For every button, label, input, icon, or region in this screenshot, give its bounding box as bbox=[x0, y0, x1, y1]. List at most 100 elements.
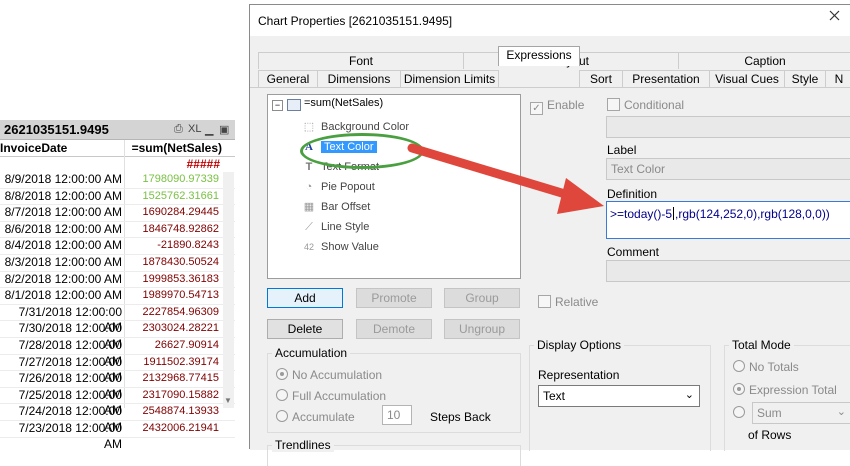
table-row[interactable]: 7/23/2018 12:00:00 AM 2432006.21941 bbox=[0, 421, 235, 451]
tab-font[interactable]: Font bbox=[258, 52, 464, 69]
minimize-icon[interactable]: ▁ bbox=[205, 123, 213, 136]
trendlines-title: Trendlines bbox=[272, 438, 334, 452]
conditional-field[interactable] bbox=[606, 116, 850, 138]
collapse-icon[interactable]: − bbox=[272, 100, 283, 111]
radio-icon bbox=[276, 389, 288, 401]
no-accumulation-radio[interactable]: No Accumulation bbox=[276, 368, 382, 382]
label-field[interactable]: Text Color bbox=[606, 158, 850, 180]
table-row[interactable]: 7/25/2018 12:00:00 AM 2317090.15882 bbox=[0, 388, 235, 417]
definition-part-a: >=today()-5 bbox=[610, 207, 673, 221]
xl-icon[interactable]: XL bbox=[188, 123, 201, 135]
tab-n[interactable]: N bbox=[825, 70, 850, 87]
table-body: 8/9/2018 12:00:00 AM 1798090.97339 8/8/201… bbox=[0, 172, 235, 451]
tree-item-label: Bar Offset bbox=[321, 201, 371, 213]
invoice-date-cell: 8/6/2018 12:00:00 AM bbox=[4, 221, 122, 236]
table-row[interactable]: 8/4/2018 12:00:00 AM -21890.8243 bbox=[0, 238, 235, 255]
full-accumulation-radio[interactable]: Full Accumulation bbox=[276, 389, 386, 403]
representation-select[interactable]: Text ⌄ bbox=[538, 385, 700, 407]
table-row[interactable]: 7/28/2018 12:00:00 AM 26627.90914 bbox=[0, 338, 235, 368]
table-row[interactable]: 8/3/2018 12:00:00 AM 1878430.50524 bbox=[0, 255, 235, 272]
radio-icon bbox=[276, 410, 288, 422]
relative-checkbox[interactable]: Relative bbox=[538, 295, 598, 309]
tab-general[interactable]: General bbox=[258, 70, 318, 87]
sum-radio[interactable] bbox=[733, 406, 749, 420]
dialog-titlebar: Chart Properties [2621035151.9495] bbox=[250, 5, 850, 36]
radio-label: No Totals bbox=[749, 360, 799, 374]
sum-select[interactable]: Sum ⌄ bbox=[752, 402, 850, 424]
column-header-netsales[interactable]: =sum(NetSales) bbox=[127, 141, 222, 155]
table-row[interactable]: 8/9/2018 12:00:00 AM 1798090.97339 bbox=[0, 172, 235, 189]
table-row[interactable]: 8/6/2018 12:00:00 AM 1846748.92862 bbox=[0, 222, 235, 239]
promote-button[interactable]: Promote bbox=[356, 288, 432, 308]
scroll-down-icon[interactable]: ▼ bbox=[224, 396, 232, 405]
comment-field[interactable] bbox=[606, 260, 850, 282]
tab-dimensions[interactable]: Dimensions bbox=[317, 70, 401, 87]
tab-visual-cues[interactable]: Visual Cues bbox=[709, 70, 785, 87]
expressions-pane: − =sum(NetSales) ⬚ Background Color A Text… bbox=[250, 87, 850, 466]
tab-label: Caption bbox=[744, 54, 786, 68]
tree-item-label: Background Color bbox=[321, 121, 410, 133]
table-row[interactable]: 8/7/2018 12:00:00 AM 1690284.29445 bbox=[0, 205, 235, 222]
net-sales-cell: 1846748.92862 bbox=[142, 222, 219, 235]
tab-strip: Font Layout Caption General Dimensions D… bbox=[256, 46, 850, 87]
column-header-invoicedate[interactable]: InvoiceDate bbox=[0, 141, 122, 155]
tab-dimension-limits[interactable]: Dimension Limits bbox=[400, 70, 499, 87]
of-rows-label: of Rows bbox=[748, 428, 792, 442]
definition-part-b: ,rgb(124,252,0),rgb(128,0,0)) bbox=[675, 207, 830, 221]
tree-item-label: Pie Popout bbox=[321, 181, 375, 193]
table-scrollbar[interactable] bbox=[223, 172, 234, 408]
net-sales-cell: 2227854.96309 bbox=[142, 305, 219, 318]
tab-label: Dimension Limits bbox=[403, 72, 496, 86]
tree-item-pie-popout[interactable]: ◔ Pie Popout bbox=[302, 177, 375, 195]
tab-sort[interactable]: Sort bbox=[579, 70, 623, 87]
demote-button[interactable]: Demote bbox=[356, 319, 432, 339]
ungroup-button[interactable]: Ungroup bbox=[444, 319, 520, 339]
steps-back-spinner[interactable]: 10 bbox=[382, 405, 412, 425]
expression-total-radio[interactable]: Expression Total bbox=[733, 383, 837, 397]
net-sales-cell: 1525762.31661 bbox=[142, 189, 219, 202]
representation-label: Representation bbox=[538, 368, 620, 382]
table-row[interactable]: 7/30/2018 12:00:00 AM 2303024.28221 bbox=[0, 321, 235, 351]
tab-presentation[interactable]: Presentation bbox=[622, 70, 710, 87]
tab-style[interactable]: Style bbox=[784, 70, 826, 87]
table-row[interactable]: 7/26/2018 12:00:00 AM 2132968.77415 bbox=[0, 371, 235, 401]
invoice-date-cell: 8/2/2018 12:00:00 AM bbox=[4, 271, 122, 286]
checkbox-label: Relative bbox=[555, 295, 599, 309]
table-row[interactable]: 8/1/2018 12:00:00 AM 1989970.54713 bbox=[0, 288, 235, 305]
no-totals-radio[interactable]: No Totals bbox=[733, 360, 799, 374]
dialog-title: Chart Properties [2621035151.9495] bbox=[258, 14, 453, 28]
sum-value: Sum bbox=[757, 406, 782, 420]
net-sales-cell: 26627.90914 bbox=[154, 338, 219, 351]
table-titlebar[interactable]: 2621035151.9495 ⎙ XL ▁ ▣ bbox=[0, 120, 235, 140]
radio-icon bbox=[733, 406, 745, 418]
tree-item-line-style[interactable]: ⟋ Line Style bbox=[302, 217, 369, 235]
print-icon[interactable]: ⎙ bbox=[174, 123, 183, 136]
comment-caption: Comment bbox=[607, 245, 660, 259]
group-button[interactable]: Group bbox=[444, 288, 520, 308]
delete-button[interactable]: Delete bbox=[267, 319, 343, 339]
representation-value: Text bbox=[543, 389, 566, 403]
tab-label: Sort bbox=[589, 72, 612, 86]
expression-tree[interactable]: − =sum(NetSales) ⬚ Background Color A Text… bbox=[267, 94, 521, 279]
tree-item-bar-offset[interactable]: ▦ Bar Offset bbox=[302, 197, 371, 215]
maximize-icon[interactable]: ▣ bbox=[219, 123, 229, 136]
enable-checkbox[interactable]: ✓ Enable bbox=[530, 98, 584, 115]
definition-field[interactable]: >=today()-5 ,rgb(124,252,0),rgb(128,0,0)) bbox=[606, 201, 850, 239]
radio-icon bbox=[733, 360, 745, 372]
conditional-checkbox[interactable]: Conditional bbox=[607, 98, 684, 112]
table-row[interactable]: 7/27/2018 12:00:00 AM 1911502.39174 bbox=[0, 355, 235, 384]
tree-item-show-value[interactable]: 42 Show Value bbox=[302, 237, 379, 255]
close-button[interactable] bbox=[818, 5, 850, 27]
tab-caption[interactable]: Caption bbox=[678, 52, 850, 69]
accumulate-radio[interactable]: Accumulate bbox=[276, 410, 355, 424]
chart-properties-dialog: Chart Properties [2621035151.9495] Font … bbox=[249, 4, 850, 466]
tab-expressions[interactable]: Expressions bbox=[498, 46, 580, 66]
table-row[interactable]: 8/2/2018 12:00:00 AM 1999853.36183 bbox=[0, 272, 235, 289]
tree-root-expression[interactable]: =sum(NetSales) bbox=[304, 97, 383, 109]
tab-label: Presentation bbox=[632, 72, 700, 86]
table-row[interactable]: 7/24/2018 12:00:00 AM 2548874.13933 bbox=[0, 404, 235, 434]
add-button[interactable]: Add bbox=[267, 288, 343, 308]
table-row[interactable]: 7/31/2018 12:00:00 AM 2227854.96309 bbox=[0, 305, 235, 334]
table-row[interactable]: 8/8/2018 12:00:00 AM 1525762.31661 bbox=[0, 189, 235, 206]
show-value-icon: 42 bbox=[303, 242, 314, 252]
